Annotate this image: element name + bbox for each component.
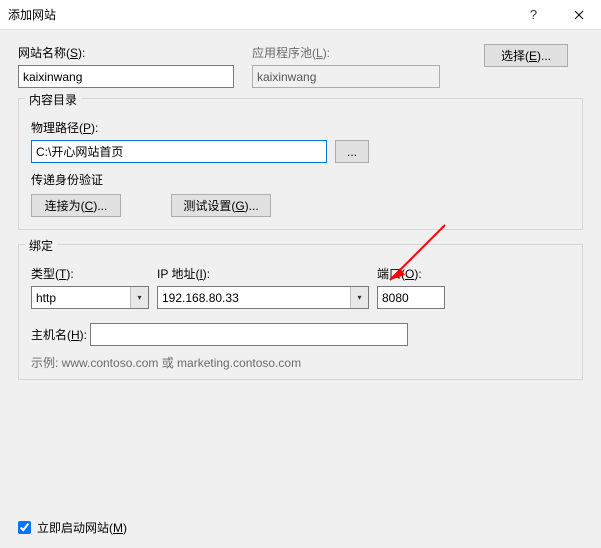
type-value: http: [36, 291, 56, 305]
dialog-content: 网站名称(S): 应用程序池(L): 选择(E)... 内容目录 物理路径(P)…: [0, 30, 601, 390]
start-immediately-label: 立即启动网站(M): [37, 519, 127, 536]
select-pool-button[interactable]: 选择(E)...: [484, 44, 568, 67]
window-title: 添加网站: [8, 6, 511, 23]
content-directory-group: 内容目录 物理路径(P): ... 传递身份验证 连接为(C)... 测试设置(…: [18, 98, 583, 230]
browse-button[interactable]: ...: [335, 140, 369, 163]
ip-value: 192.168.80.33: [162, 291, 239, 305]
physical-path-label: 物理路径(P):: [31, 121, 98, 135]
chevron-down-icon: ▾: [130, 287, 148, 308]
connect-as-button[interactable]: 连接为(C)...: [31, 194, 121, 217]
port-label: 端口(O):: [377, 265, 445, 282]
app-pool-label: 应用程序池(L):: [252, 44, 440, 61]
site-name-label: 网站名称(S):: [18, 44, 234, 61]
close-button[interactable]: [556, 0, 601, 30]
binding-legend: 绑定: [25, 237, 57, 254]
port-input[interactable]: [377, 286, 445, 309]
help-button[interactable]: ?: [511, 0, 556, 30]
site-name-input[interactable]: [18, 65, 234, 88]
close-icon: [574, 10, 584, 20]
titlebar: 添加网站 ?: [0, 0, 601, 30]
host-example-text: 示例: www.contoso.com 或 marketing.contoso.…: [31, 354, 570, 371]
footer: 立即启动网站(M): [18, 519, 127, 536]
physical-path-input[interactable]: [31, 140, 327, 163]
app-pool-input: [252, 65, 440, 88]
type-label: 类型(T):: [31, 265, 149, 282]
binding-group: 绑定 类型(T): http ▾ IP 地址(I): 192.168.80.33…: [18, 244, 583, 380]
ip-label: IP 地址(I):: [157, 265, 369, 282]
type-select[interactable]: http ▾: [31, 286, 149, 309]
host-label: 主机名(H):: [31, 328, 87, 342]
test-settings-button[interactable]: 测试设置(G)...: [171, 194, 271, 217]
content-directory-legend: 内容目录: [25, 91, 81, 108]
start-immediately-checkbox[interactable]: [18, 521, 31, 534]
ip-select[interactable]: 192.168.80.33 ▾: [157, 286, 369, 309]
auth-label: 传递身份验证: [31, 171, 570, 188]
host-input[interactable]: [90, 323, 408, 346]
chevron-down-icon: ▾: [350, 287, 368, 308]
